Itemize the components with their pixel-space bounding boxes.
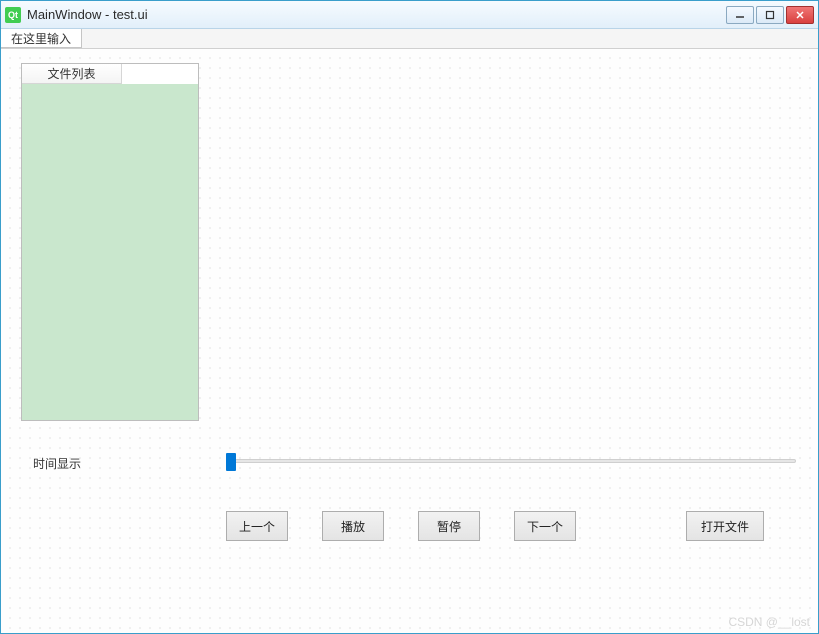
progress-slider[interactable] (226, 451, 796, 471)
file-list-body[interactable] (22, 84, 198, 420)
minimize-icon (735, 10, 745, 20)
qt-icon: Qt (5, 7, 21, 23)
next-button[interactable]: 下一个 (514, 511, 576, 541)
menubar: 在这里输入 (1, 29, 818, 49)
file-list-widget[interactable]: 文件列表 (21, 63, 199, 421)
minimize-button[interactable] (726, 6, 754, 24)
close-icon (795, 10, 805, 20)
window-title: MainWindow - test.ui (27, 7, 726, 22)
watermark-text: CSDN @__lost (728, 615, 810, 629)
maximize-button[interactable] (756, 6, 784, 24)
maximize-icon (765, 10, 775, 20)
control-buttons-row: 上一个 播放 暂停 下一个 打开文件 (226, 511, 764, 541)
design-canvas[interactable]: 文件列表 时间显示 上一个 播放 暂停 下一个 打开文件 CSDN @__los… (1, 49, 818, 633)
pause-button[interactable]: 暂停 (418, 511, 480, 541)
titlebar: Qt MainWindow - test.ui (1, 1, 818, 29)
slider-track (226, 459, 796, 463)
file-list-header[interactable]: 文件列表 (22, 64, 122, 84)
prev-button[interactable]: 上一个 (226, 511, 288, 541)
open-file-button[interactable]: 打开文件 (686, 511, 764, 541)
main-window: Qt MainWindow - test.ui 在这里输入 文件列表 时间显示 (0, 0, 819, 634)
menubar-input-placeholder[interactable]: 在这里输入 (1, 29, 82, 48)
close-button[interactable] (786, 6, 814, 24)
window-controls (726, 6, 814, 24)
play-button[interactable]: 播放 (322, 511, 384, 541)
time-display-label: 时间显示 (33, 455, 81, 472)
slider-thumb[interactable] (226, 453, 236, 471)
